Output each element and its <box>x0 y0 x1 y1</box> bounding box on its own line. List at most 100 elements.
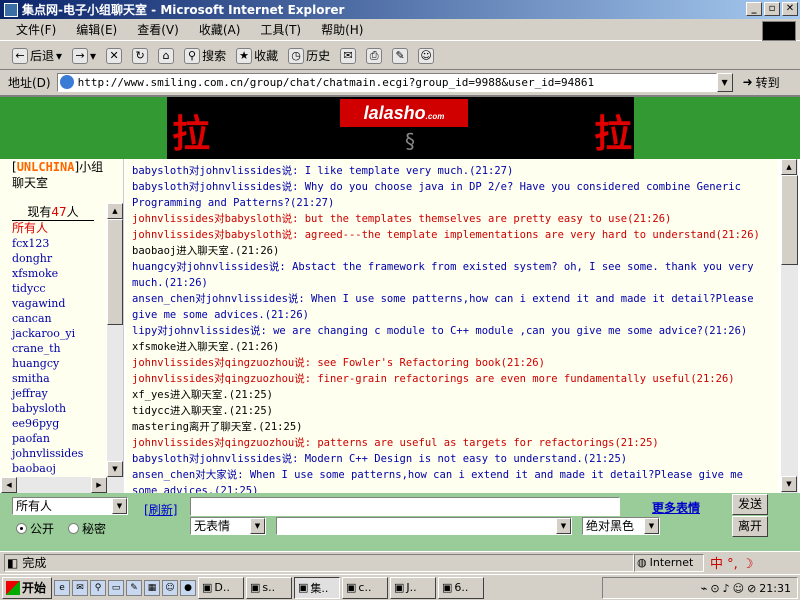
user-item[interactable]: xfsmoke <box>12 266 104 281</box>
back-dropdown-icon[interactable]: ▾ <box>56 49 62 63</box>
start-button[interactable]: 开始 <box>2 576 52 599</box>
address-dropdown-icon[interactable]: ▼ <box>716 72 733 92</box>
color-select[interactable]: 绝对黑色 ▼ <box>582 517 660 535</box>
tray-antivirus-icon[interactable]: ⊙ <box>710 582 719 595</box>
menu-view[interactable]: 查看(V) <box>137 21 179 38</box>
scroll-up-icon[interactable]: ▲ <box>107 203 123 219</box>
menu-favorites[interactable]: 收藏(A) <box>199 21 241 38</box>
user-item[interactable]: crane_th <box>12 341 104 356</box>
user-item[interactable]: donghr <box>12 251 104 266</box>
user-list-scroll-thumb[interactable] <box>107 219 123 325</box>
menu-edit[interactable]: 编辑(E) <box>76 21 117 38</box>
menu-bar: 文件(F) 编辑(E) 查看(V) 收藏(A) 工具(T) 帮助(H) <box>0 19 800 41</box>
favorites-button[interactable]: ★ 收藏 <box>236 47 278 64</box>
menu-tools[interactable]: 工具(T) <box>260 21 301 38</box>
menu-file[interactable]: 文件(F) <box>16 21 56 38</box>
scroll-down-icon[interactable]: ▼ <box>107 461 123 477</box>
forward-dropdown-icon[interactable]: ▾ <box>90 49 96 63</box>
user-item[interactable]: smitha <box>12 371 104 386</box>
banner-left-char: 拉 <box>172 111 211 156</box>
chat-scroll-thumb[interactable] <box>781 175 798 265</box>
quicklaunch-outlook-icon[interactable]: ✉ <box>72 579 88 596</box>
minimize-button[interactable]: _ <box>746 2 762 16</box>
action-select[interactable]: ▼ <box>276 517 572 535</box>
taskbar-window[interactable]: ▣ J.. <box>390 576 436 599</box>
mail-button[interactable]: ✉ <box>340 47 357 64</box>
quicklaunch-media-icon[interactable]: ● <box>180 579 196 596</box>
user-item[interactable]: baobaoj <box>12 461 104 476</box>
menu-help[interactable]: 帮助(H) <box>321 21 363 38</box>
chat-message: babysloth对johnvlissides说: Why do you cho… <box>132 181 741 209</box>
tray-network-icon[interactable]: ⌁ <box>701 582 708 595</box>
user-item[interactable]: vagawind <box>12 296 104 311</box>
maximize-button[interactable]: ▫ <box>764 2 780 16</box>
expression-select[interactable]: 无表情 ▼ <box>190 517 266 535</box>
go-arrow-icon: ➜ <box>742 75 753 89</box>
user-item[interactable]: tidycc <box>12 281 104 296</box>
send-button[interactable]: 发送 <box>732 494 768 515</box>
taskbar-window[interactable]: ▣ s.. <box>246 576 292 599</box>
search-button[interactable]: ⚲ 搜索 <box>184 47 226 64</box>
quicklaunch-desktop-icon[interactable]: ▭ <box>108 579 124 596</box>
forward-button[interactable]: → ▾ <box>72 47 96 64</box>
scroll-left-icon[interactable]: ◀ <box>1 477 17 493</box>
room-title: [UNLCHINA]小组聊天室 <box>12 160 104 190</box>
back-button[interactable]: ← 后退 ▾ <box>12 47 62 64</box>
close-button[interactable]: ✕ <box>782 2 798 16</box>
address-input[interactable]: http://www.smiling.com.cn/group/chat/cha… <box>56 72 717 92</box>
clock[interactable]: 21:31 <box>759 582 791 595</box>
chat-scrollbar[interactable]: ▲ ▼ <box>780 159 798 493</box>
private-radio[interactable]: 秘密 <box>68 520 106 537</box>
more-expressions-link[interactable]: 更多表情 <box>652 499 700 516</box>
taskbar-window[interactable]: ▣ D.. <box>198 576 244 599</box>
public-radio[interactable]: 公开 <box>16 520 54 537</box>
window-titlebar[interactable]: 集点网-电子小组聊天室 - Microsoft Internet Explore… <box>0 0 800 19</box>
quicklaunch-ie-icon[interactable]: e <box>54 579 70 596</box>
leave-button[interactable]: 离开 <box>732 516 768 537</box>
refresh-link[interactable]: [刷新] <box>144 501 177 518</box>
quicklaunch-app-icon[interactable]: ▦ <box>144 579 160 596</box>
user-item[interactable]: babysloth <box>12 401 104 416</box>
ime-indicator-icon[interactable]: 中 °, ☽ <box>710 553 754 572</box>
user-item[interactable]: johnvlissides <box>12 446 104 461</box>
taskbar-window[interactable]: ▣ 6.. <box>438 576 484 599</box>
messenger-button[interactable]: ☺ <box>418 47 435 64</box>
edit-button[interactable]: ✎ <box>392 47 409 64</box>
user-list-scrollbar[interactable]: ▲ ▼ <box>106 203 123 477</box>
quicklaunch-qq-icon[interactable]: ☺ <box>162 579 178 596</box>
user-list-hscrollbar[interactable]: ◀ ▶ <box>0 477 124 493</box>
address-url: http://www.smiling.com.cn/group/chat/cha… <box>77 75 595 89</box>
taskbar-window[interactable]: ▣ c.. <box>342 576 388 599</box>
taskbar-window-active[interactable]: ▣ 集.. <box>294 576 340 599</box>
browser-toolbar: ← 后退 ▾ → ▾ ✕ ↻ ⌂ ⚲ 搜索 ★ 收藏 ◷ 历史 ✉ ⎙ ✎ ☺ <box>0 42 800 70</box>
user-item[interactable]: paofan <box>12 431 104 446</box>
stop-button[interactable]: ✕ <box>106 47 123 64</box>
user-item[interactable]: cancan <box>12 311 104 326</box>
recipient-select[interactable]: 所有人 ▼ <box>12 497 128 515</box>
tray-volume-icon[interactable]: ♪ <box>723 582 730 595</box>
group-name-link[interactable]: UNLCHINA <box>17 160 75 174</box>
go-button[interactable]: ➜ 转到 <box>743 74 780 91</box>
home-button[interactable]: ⌂ <box>158 47 175 64</box>
tray-qq-icon[interactable]: ☺ <box>733 582 744 595</box>
message-input[interactable] <box>190 497 620 516</box>
history-icon: ◷ <box>288 47 305 64</box>
tray-clip-icon[interactable]: ⊘ <box>747 582 756 595</box>
user-item-all[interactable]: 所有人 <box>12 221 104 236</box>
print-button[interactable]: ⎙ <box>366 47 383 64</box>
user-item[interactable]: ee96pyg <box>12 416 104 431</box>
chat-scroll-up-icon[interactable]: ▲ <box>781 159 797 175</box>
user-item[interactable]: fcx123 <box>12 236 104 251</box>
chat-message: ansen_chen对大家说: When I use some patterns… <box>132 469 743 493</box>
user-item[interactable]: jeffray <box>12 386 104 401</box>
user-item[interactable]: jackaroo_yi <box>12 326 104 341</box>
user-item[interactable]: huangcy <box>12 356 104 371</box>
lalasho-logo[interactable]: lalasho.com <box>340 99 468 127</box>
chat-scroll-down-icon[interactable]: ▼ <box>781 476 797 492</box>
quicklaunch-search-icon[interactable]: ⚲ <box>90 579 106 596</box>
quicklaunch-edit-icon[interactable]: ✎ <box>126 579 142 596</box>
user-list: 所有人 fcx123 donghr xfsmoke tidycc vagawin… <box>12 221 104 476</box>
scroll-right-icon[interactable]: ▶ <box>91 477 107 493</box>
history-button[interactable]: ◷ 历史 <box>288 47 330 64</box>
refresh-button[interactable]: ↻ <box>132 47 149 64</box>
